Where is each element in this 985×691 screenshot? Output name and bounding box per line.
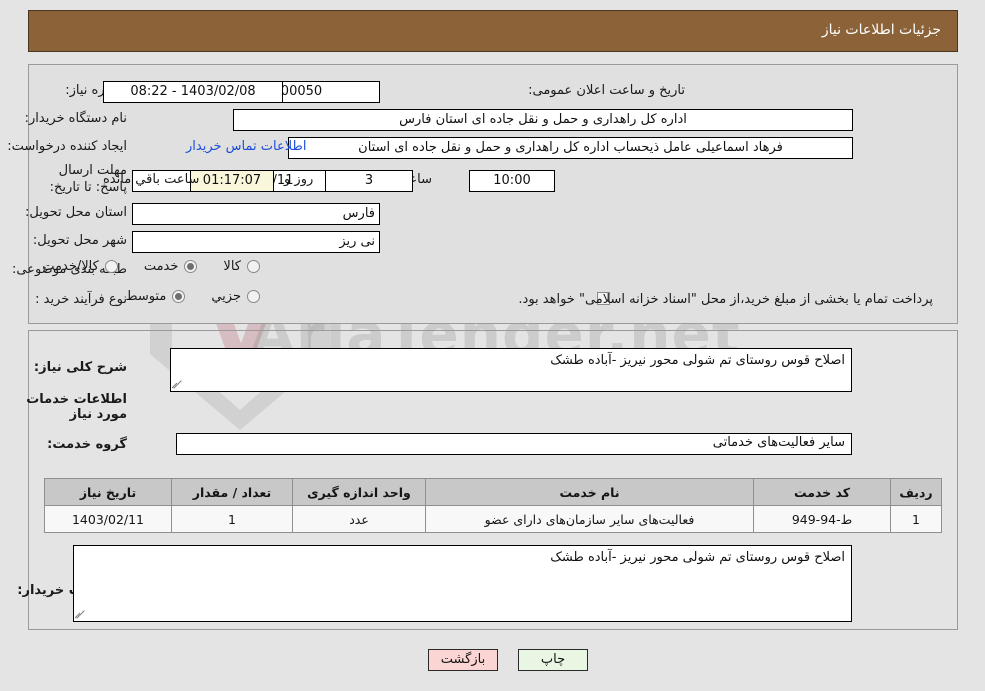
header-bar: جزئیات اطلاعات نیاز <box>28 10 958 52</box>
col-service-name: نام خدمت <box>425 478 754 506</box>
col-need-date: تاریخ نیاز <box>44 478 172 506</box>
announce-datetime-value: 1403/02/08 - 08:22 <box>103 81 283 103</box>
page-title: جزئیات اطلاعات نیاز <box>821 22 941 38</box>
service-group-value[interactable]: سایر فعالیت‌های خدماتی <box>176 433 852 455</box>
radio-icon[interactable] <box>184 260 198 273</box>
process-option-1[interactable]: متوسط <box>125 289 186 304</box>
city-label: شهر محل تحویل: <box>32 233 127 248</box>
col-unit: واحد اندازه گیری <box>292 478 426 506</box>
process-option-0[interactable]: جزیي <box>211 289 260 304</box>
buyer-org-label: نام دستگاه خریدار: <box>24 111 127 126</box>
cell-unit: عدد <box>292 505 426 533</box>
process-option-label: متوسط <box>125 289 167 304</box>
remaining-suffix-label: ساعت باقي مانده <box>103 172 200 187</box>
cell-quantity: 1 <box>171 505 293 533</box>
services-section-heading: اطلاعات خدمات مورد نیاز <box>26 392 127 422</box>
category-radio-group[interactable]: کالا خدمت کالا/خدمت <box>16 259 260 274</box>
radio-icon[interactable] <box>172 290 186 303</box>
province-value: فارس <box>132 203 380 225</box>
category-option-label: کالا/خدمت <box>42 259 99 274</box>
city-value: نی ریز <box>132 231 380 253</box>
category-option-1[interactable]: خدمت <box>144 259 198 274</box>
category-option-label: خدمت <box>143 259 179 274</box>
radio-icon[interactable] <box>104 260 118 273</box>
cell-need-date: 1403/02/11 <box>44 505 172 533</box>
col-service-code: کد خدمت <box>753 478 891 506</box>
service-group-label: گروه خدمت: <box>47 437 127 452</box>
requester-value: فرهاد اسماعیلی عامل ذیحساب اداره کل راهد… <box>288 137 853 159</box>
radio-icon[interactable] <box>247 290 260 303</box>
table-row: 1 ط-94-949 فعالیت‌های سایر سازمان‌های دا… <box>44 505 942 533</box>
summary-textarea[interactable]: اصلاح قوس روستای تم شولی محور نیریز -آبا… <box>170 348 852 392</box>
buyer-org-value: اداره کل راهداری و حمل و نقل جاده ای است… <box>233 109 853 131</box>
need-info-panel <box>28 64 958 324</box>
category-option-2[interactable]: کالا/خدمت <box>42 259 118 274</box>
back-button[interactable]: بازگشت <box>428 649 498 671</box>
page-root: V AriaTender.net جزئیات اطلاعات نیاز شما… <box>0 0 985 691</box>
print-button[interactable]: چاپ <box>518 649 588 671</box>
requester-label: ایجاد کننده درخواست: <box>7 139 127 154</box>
category-option-0[interactable]: کالا <box>223 259 260 274</box>
col-row-no: ردیف <box>890 478 942 506</box>
radio-icon[interactable] <box>247 260 260 273</box>
remaining-days-value: 3 <box>325 170 413 192</box>
remaining-time-value: 01:17:07 <box>190 170 274 192</box>
remaining-days-label: روز و <box>284 172 314 187</box>
services-table: ردیف کد خدمت نام خدمت واحد اندازه گیری ت… <box>44 478 942 533</box>
buyer-contact-link[interactable]: اطلاعات تماس خریدار <box>186 139 306 154</box>
process-radio-group[interactable]: جزیي متوسط <box>99 289 260 304</box>
cell-service-name: فعالیت‌های سایر سازمان‌های دارای عضو <box>425 505 754 533</box>
province-label: استان محل تحویل: <box>25 205 127 220</box>
table-header-row: ردیف کد خدمت نام خدمت واحد اندازه گیری ت… <box>44 478 942 506</box>
announce-datetime-label: تاریخ و ساعت اعلان عمومی: <box>528 83 685 98</box>
deadline-hour-value: 10:00 <box>469 170 555 192</box>
col-quantity: تعداد / مقدار <box>171 478 293 506</box>
buyer-notes-textarea[interactable]: اصلاح قوس روستای تم شولی محور نیریز -آبا… <box>73 545 852 622</box>
cell-service-code: ط-94-949 <box>753 505 891 533</box>
process-option-label: جزیي <box>211 289 241 304</box>
category-option-label: کالا <box>223 259 241 274</box>
summary-label: شرح کلی نیاز: <box>33 360 127 375</box>
treasury-checkbox-label: پرداخت تمام یا بخشی از مبلغ خرید،از محل … <box>518 292 933 307</box>
cell-row-no: 1 <box>890 505 942 533</box>
